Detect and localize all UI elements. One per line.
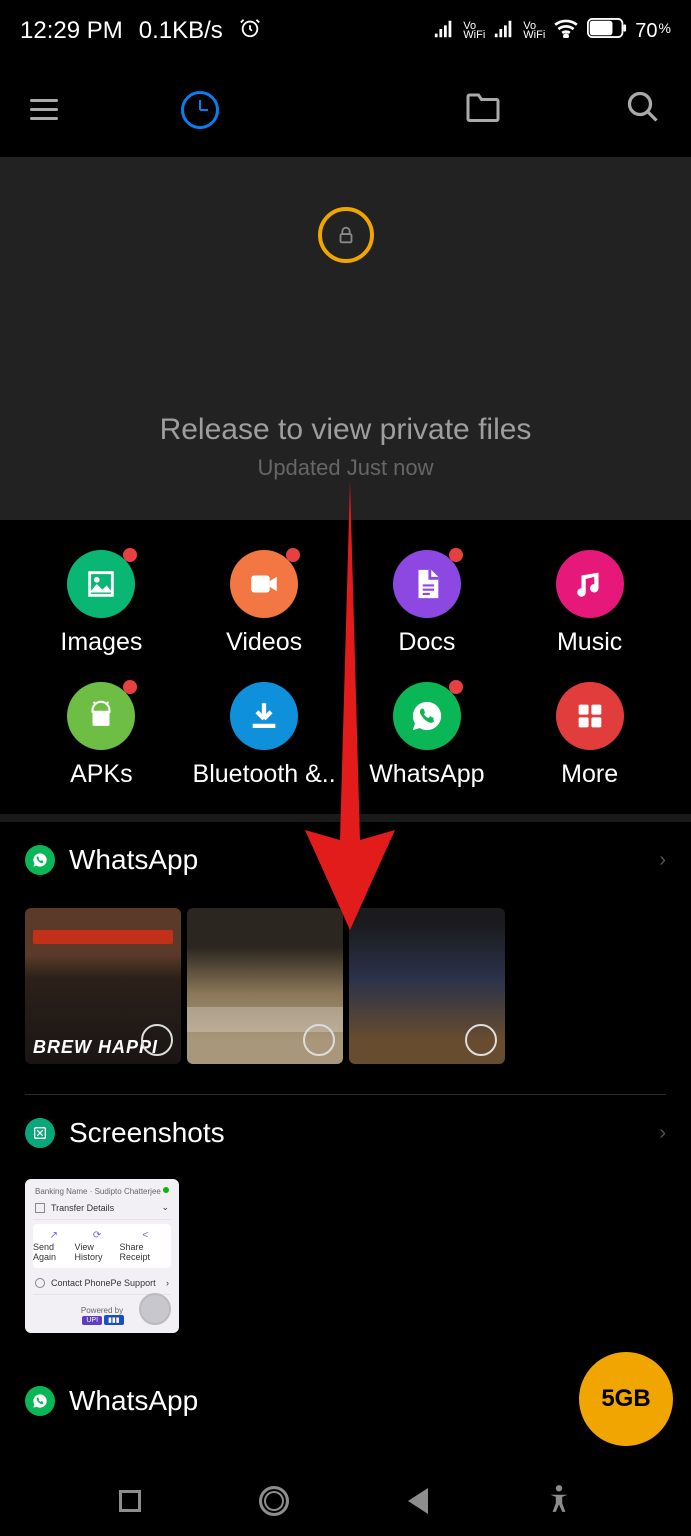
- category-label: Videos: [226, 628, 302, 657]
- whatsapp-icon: [393, 682, 461, 750]
- nav-back-button[interactable]: [408, 1488, 428, 1514]
- signal-icon: [433, 20, 455, 43]
- category-bluetooth-[interactable]: Bluetooth &..: [183, 682, 346, 789]
- video-icon: [230, 550, 298, 618]
- fab-label: 5GB: [601, 1385, 650, 1413]
- status-time: 12:29 PM: [20, 17, 123, 45]
- vowifi-icon-2: VoWiFi: [523, 22, 545, 40]
- tab-recent[interactable]: [58, 91, 342, 129]
- section-title: WhatsApp: [69, 844, 645, 876]
- nav-recents-button[interactable]: [119, 1490, 141, 1512]
- tab-storage[interactable]: [342, 91, 626, 128]
- category-label: APKs: [70, 760, 133, 789]
- category-apks[interactable]: APKs: [20, 682, 183, 789]
- image-icon: [67, 550, 135, 618]
- category-music[interactable]: Music: [508, 550, 671, 657]
- thumbnail[interactable]: [349, 908, 505, 1064]
- whatsapp-icon: [25, 1386, 55, 1416]
- chevron-right-icon: ›: [659, 849, 666, 872]
- battery-percent: 70: [635, 20, 657, 43]
- storage-fab[interactable]: 5GB: [579, 1352, 673, 1446]
- private-title: Release to view private files: [160, 413, 532, 447]
- category-images[interactable]: Images: [20, 550, 183, 657]
- thumbnail[interactable]: Banking Name · Sudipto Chatterjee Transf…: [25, 1179, 179, 1333]
- search-button[interactable]: [625, 89, 661, 130]
- category-label: Docs: [398, 628, 455, 657]
- download-icon: [230, 682, 298, 750]
- folder-icon: [465, 91, 501, 128]
- search-icon: [625, 89, 661, 130]
- whatsapp-icon: [25, 845, 55, 875]
- new-badge: [449, 548, 463, 562]
- lock-ring-icon: [318, 207, 374, 263]
- category-label: Images: [60, 628, 142, 657]
- chevron-right-icon: ›: [659, 1122, 666, 1145]
- category-more[interactable]: More: [508, 682, 671, 789]
- status-bar: 12:29 PM 0.1KB/s VoWiFi VoWiFi 70%: [0, 0, 691, 62]
- category-label: Bluetooth &..: [193, 760, 336, 789]
- new-badge: [123, 680, 137, 694]
- category-label: Music: [557, 628, 622, 657]
- battery-icon: [587, 18, 627, 44]
- category-videos[interactable]: Videos: [183, 550, 346, 657]
- vowifi-icon-1: VoWiFi: [463, 22, 485, 40]
- alarm-icon: [239, 17, 261, 46]
- toolbar: [0, 62, 691, 157]
- section-screenshots[interactable]: Screenshots ›: [0, 1095, 691, 1159]
- android-icon: [67, 682, 135, 750]
- new-badge: [123, 548, 137, 562]
- status-speed: 0.1KB/s: [139, 17, 223, 45]
- menu-button[interactable]: [30, 99, 58, 120]
- section-whatsapp[interactable]: WhatsApp › BREW HAPPI: [0, 822, 691, 1074]
- category-whatsapp[interactable]: WhatsApp: [346, 682, 509, 789]
- section-title: WhatsApp: [69, 1385, 666, 1417]
- clock-icon: [181, 91, 219, 129]
- nav-bar: [0, 1466, 691, 1536]
- new-badge: [286, 548, 300, 562]
- music-icon: [556, 550, 624, 618]
- category-label: More: [561, 760, 618, 789]
- hamburger-icon: [30, 99, 58, 120]
- signal-icon-2: [493, 20, 515, 43]
- category-label: WhatsApp: [369, 760, 484, 789]
- new-badge: [449, 680, 463, 694]
- wifi-icon: [553, 18, 579, 44]
- nav-home-button[interactable]: [259, 1486, 289, 1516]
- private-subtitle: Updated Just now: [257, 455, 433, 481]
- private-files-area[interactable]: Release to view private files Updated Ju…: [0, 157, 691, 520]
- thumbnail[interactable]: [187, 908, 343, 1064]
- doc-icon: [393, 550, 461, 618]
- category-grid: Images Videos Docs Music APKs Bluetooth &.. Wh…: [0, 520, 691, 822]
- section-title: Screenshots: [69, 1117, 645, 1149]
- category-docs[interactable]: Docs: [346, 550, 509, 657]
- screenshot-icon: [25, 1118, 55, 1148]
- more-icon: [556, 682, 624, 750]
- nav-accessibility-button[interactable]: [546, 1484, 572, 1519]
- thumbnail[interactable]: BREW HAPPI: [25, 908, 181, 1064]
